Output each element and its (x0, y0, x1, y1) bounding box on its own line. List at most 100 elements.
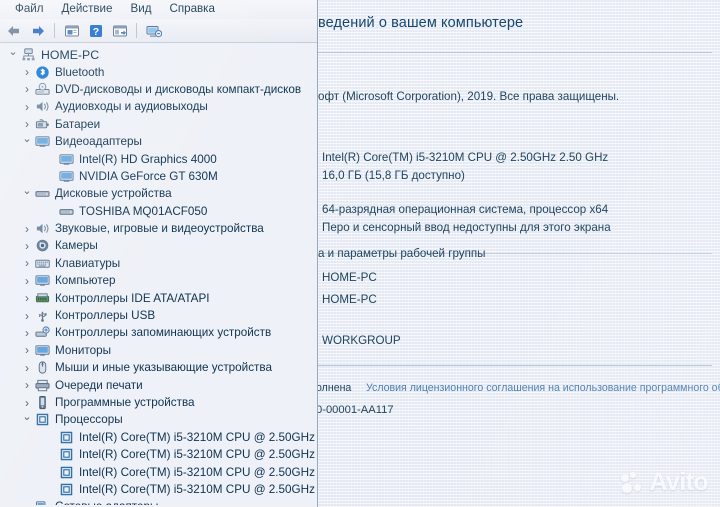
chevron-right-icon[interactable]: › (20, 292, 34, 304)
chevron-right-icon[interactable]: › (20, 310, 34, 322)
usb-icon (34, 308, 51, 323)
tree-row-label: Видеоадаптеры (55, 135, 142, 149)
tree-row[interactable]: › Мыши и иные указывающие устройства (0, 359, 317, 376)
tree-row[interactable]: › Сетевые адаптеры (0, 498, 317, 505)
tree-row-label: Контроллеры IDE ATA/ATAPI (55, 291, 210, 305)
chevron-down-icon[interactable]: ⌄ (6, 46, 20, 58)
tree-row[interactable]: › Контроллеры USB (0, 307, 317, 324)
network-adapter-icon (34, 499, 51, 505)
page-title: ведений о вашем компьютере (318, 15, 524, 31)
chevron-right-icon[interactable]: › (20, 66, 34, 78)
ide-controller-icon (34, 291, 51, 306)
tree-row[interactable]: NVIDIA GeForce GT 630M (0, 168, 317, 185)
software-device-icon (34, 395, 51, 410)
scan-hardware-icon[interactable] (143, 21, 164, 40)
tree-row[interactable]: ⌄ Дисковые устройства (0, 185, 317, 202)
tree-row[interactable]: ⌄ HOME-PC (0, 46, 317, 63)
device-tree[interactable]: ⌄ HOME-PC › Bluetooth › DVD-дисководы и диско… (0, 43, 317, 505)
tree-row[interactable]: › Клавиатуры (0, 255, 317, 272)
tree-row[interactable]: › Аудиовходы и аудиовыходы (0, 98, 317, 115)
svg-text:?: ? (92, 26, 98, 38)
tree-row[interactable]: ⌄ Процессоры (0, 411, 317, 428)
chevron-right-icon[interactable]: › (20, 501, 34, 505)
menu-item-3[interactable]: Справка (160, 0, 223, 17)
chevron-right-icon[interactable]: › (20, 397, 34, 409)
processor-value: Intel(R) Core(TM) i5-3210M CPU @ 2.50GHz… (322, 151, 609, 164)
disk-drive-icon (34, 186, 51, 201)
system-type-value: 64-разрядная операционная система, проце… (322, 203, 609, 216)
chevron-right-icon[interactable]: › (20, 327, 34, 339)
tree-row[interactable]: › Звуковые, игровые и видеоустройства (0, 220, 317, 237)
tree-row-label: Контроллеры запоминающих устройств (55, 326, 272, 340)
tree-row[interactable]: › Компьютер (0, 272, 317, 289)
chevron-right-icon[interactable]: › (20, 101, 34, 113)
processor-icon (58, 482, 75, 497)
tree-row-label: Сетевые адаптеры (55, 500, 162, 505)
installed-memory-value: 16,0 ГБ (15,8 ГБ доступно) (322, 169, 465, 182)
menu-item-2[interactable]: Вид (121, 0, 160, 17)
tree-row-label: NVIDIA GeForce GT 630M (79, 169, 218, 183)
tree-row[interactable]: ⌄ Видеоадаптеры (0, 133, 317, 150)
back-arrow-icon[interactable] (3, 21, 24, 40)
properties-icon[interactable] (61, 21, 82, 40)
menu-item-1[interactable]: Действие (53, 0, 122, 17)
chevron-down-icon[interactable]: ⌄ (20, 411, 34, 423)
tree-row[interactable]: › Bluetooth (0, 63, 317, 80)
chevron-right-icon[interactable]: › (20, 118, 34, 130)
tree-row-label: Компьютер (55, 274, 116, 288)
avito-watermark: Avito (621, 470, 709, 495)
tree-row[interactable]: Intel(R) Core(TM) i5-3210M CPU @ 2.50GHz (0, 481, 317, 498)
tree-row[interactable]: Intel(R) Core(TM) i5-3210M CPU @ 2.50GHz (0, 463, 317, 480)
chevron-right-icon[interactable]: › (20, 344, 34, 356)
tree-row-label: Программные устройства (55, 396, 195, 409)
printer-icon (34, 378, 51, 393)
tree-row-label: Батареи (55, 117, 101, 131)
chevron-right-icon[interactable]: › (20, 379, 34, 391)
battery-icon (34, 117, 51, 132)
tree-row-label: Камеры (55, 239, 98, 253)
chevron-down-icon[interactable]: ⌄ (20, 133, 34, 145)
tree-row[interactable]: › Очереди печати (0, 376, 317, 393)
tree-row-label: HOME-PC (41, 47, 100, 62)
chevron-right-icon[interactable]: › (20, 83, 34, 95)
tree-row-label: Мыши и иные указывающие устройства (55, 361, 272, 375)
chevron-down-icon[interactable]: ⌄ (20, 185, 34, 197)
chevron-right-icon[interactable]: › (20, 275, 34, 287)
display-adapter-icon (58, 152, 75, 167)
display-adapter-icon (58, 169, 75, 184)
speaker-icon (34, 221, 51, 236)
update-driver-icon[interactable] (109, 21, 130, 40)
tree-row[interactable]: › DVD-дисководы и дисководы компакт-диско… (0, 81, 317, 98)
disk-drive-icon (58, 204, 75, 219)
menu-item-0[interactable]: Файл (6, 0, 53, 17)
tree-row-label: Intel(R) Core(TM) i5-3210M CPU @ 2.50GHz (79, 448, 315, 462)
tree-row[interactable]: Intel(R) Core(TM) i5-3210M CPU @ 2.50GHz (0, 429, 317, 446)
full-computer-name-value: HOME-PC (322, 293, 377, 306)
chevron-right-icon[interactable]: › (20, 223, 34, 235)
tree-row[interactable]: › Контроллеры запоминающих устройств (0, 324, 317, 341)
tree-row-label: Дисковые устройства (55, 187, 172, 201)
tree-row-label: Intel(R) HD Graphics 4000 (79, 152, 217, 166)
chevron-right-icon[interactable]: › (20, 240, 34, 252)
activation-divider (318, 365, 712, 366)
chevron-right-icon[interactable]: › (20, 362, 34, 374)
tree-row[interactable]: Intel(R) Core(TM) i5-3210M CPU @ 2.50GHz (0, 446, 317, 463)
tree-row[interactable]: › Программные устройства (0, 394, 317, 411)
license-terms-link[interactable]: Условия лицензионного соглашения на испо… (366, 382, 720, 394)
help-icon[interactable]: ? (85, 21, 106, 40)
tree-row[interactable]: Intel(R) HD Graphics 4000 (0, 150, 317, 167)
tree-row-label: TOSHIBA MQ01ACF050 (79, 204, 208, 218)
keyboard-icon (34, 256, 51, 271)
tree-row-label: Очереди печати (55, 378, 143, 392)
tree-row[interactable]: › Камеры (0, 237, 317, 254)
tree-row-label: Мониторы (55, 343, 111, 357)
tree-row[interactable]: › Мониторы (0, 342, 317, 359)
pen-and-touch-value: Перо и сенсорный ввод недоступны для это… (322, 221, 611, 234)
chevron-right-icon[interactable]: › (20, 257, 34, 269)
mouse-icon (34, 360, 51, 375)
tree-row[interactable]: TOSHIBA MQ01ACF050 (0, 203, 317, 220)
forward-arrow-icon[interactable] (27, 21, 48, 40)
computer-name-group-legend: а и параметры рабочей группы (318, 247, 486, 260)
tree-row[interactable]: › Контроллеры IDE ATA/ATAPI (0, 289, 317, 306)
tree-row[interactable]: › Батареи (0, 116, 317, 133)
